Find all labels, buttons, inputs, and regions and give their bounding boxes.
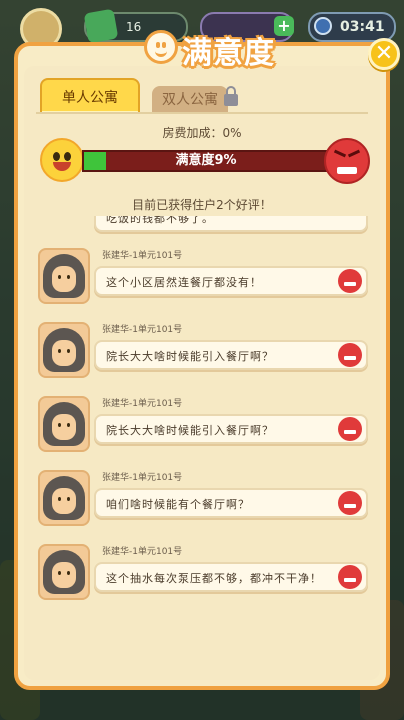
- rent-bonus-text: 房费加成：0%: [162, 126, 242, 140]
- tab-divider: [36, 112, 368, 114]
- review-bubble: 院长大大啥时候能引入餐厅啊？: [94, 340, 368, 370]
- dialog-header: 满意度: [18, 24, 386, 74]
- angry-face-icon: [338, 565, 362, 589]
- list-item: 张建华-1单元101号 这个抽水每次泵压都不够，都冲不干净！: [32, 540, 374, 606]
- resident-name: 张建华-1单元101号: [102, 251, 183, 261]
- list-item: 张建华-1单元101号 咱们啥时候能有个餐厅啊？: [32, 466, 374, 532]
- review-message: 吃饭的钱都不够了。: [106, 216, 214, 225]
- satisfaction-label: 满意度9%: [175, 153, 237, 168]
- resident-name: 张建华-1单元101号: [102, 325, 183, 335]
- resident-avatar: [38, 544, 90, 600]
- review-message: 院长大大啥时候能引入餐厅啊？: [106, 424, 274, 437]
- resident-avatar: [38, 248, 90, 304]
- review-message: 院长大大啥时候能引入餐厅啊？: [106, 350, 274, 363]
- angry-face-icon: [338, 417, 362, 441]
- tab-double-apartment[interactable]: 双人公寓: [152, 86, 228, 114]
- tab-single-apartment[interactable]: 单人公寓: [40, 78, 140, 112]
- close-button[interactable]: ✕: [368, 38, 400, 70]
- review-message: 咱们啥时候能有个餐厅啊？: [106, 498, 250, 511]
- happy-face-icon: [40, 138, 84, 182]
- satisfaction-bar: 满意度9%: [82, 150, 330, 172]
- resident-avatar: [38, 470, 90, 526]
- review-message: 这个抽水每次泵压都不够，都冲不干净！: [106, 572, 322, 585]
- resident-name: 张建华-1单元101号: [102, 547, 183, 557]
- resident-name: 张建华-1单元101号: [102, 399, 183, 409]
- review-bubble: 这个抽水每次泵压都不够，都冲不干净！: [94, 562, 368, 592]
- review-bubble: 院长大大啥时候能引入餐厅啊？: [94, 414, 368, 444]
- lock-icon: [224, 86, 238, 106]
- review-bubble: 咱们啥时候能有个餐厅啊？: [94, 488, 368, 518]
- angry-face-icon: [338, 491, 362, 515]
- list-item: 张建华-1单元101号 院长大大啥时候能引入餐厅啊？: [32, 318, 374, 384]
- list-item: 吃饭的钱都不够了。: [32, 216, 374, 246]
- review-bubble: 吃饭的钱都不够了。: [94, 216, 368, 232]
- resident-avatar: [38, 322, 90, 378]
- review-bubble: 这个小区居然连餐厅都没有！: [94, 266, 368, 296]
- list-item: 张建华-1单元101号 院长大大啥时候能引入餐厅啊？: [32, 392, 374, 458]
- resident-avatar: [38, 396, 90, 452]
- angry-face-icon: [338, 343, 362, 367]
- review-message: 这个小区居然连餐厅都没有！: [106, 276, 262, 289]
- list-item: 张建华-1单元101号 这个小区居然连餐厅都没有！: [32, 244, 374, 310]
- resident-name: 张建华-1单元101号: [102, 473, 183, 483]
- review-list[interactable]: 吃饭的钱都不够了。 张建华-1单元101号 这个小区居然连餐厅都没有！ 张建华-…: [32, 216, 374, 668]
- angry-face-icon: [324, 138, 370, 184]
- good-reviews-summary: 目前已获得住户2个好评！: [132, 198, 272, 212]
- angry-face-icon: [338, 269, 362, 293]
- smile-icon: [144, 30, 178, 64]
- dialog-title: 满意度: [182, 36, 275, 71]
- satisfaction-dialog: 满意度 ✕ 单人公寓 双人公寓 房费加成：0% 满意度9% 目前已获得住户2个好…: [14, 30, 400, 690]
